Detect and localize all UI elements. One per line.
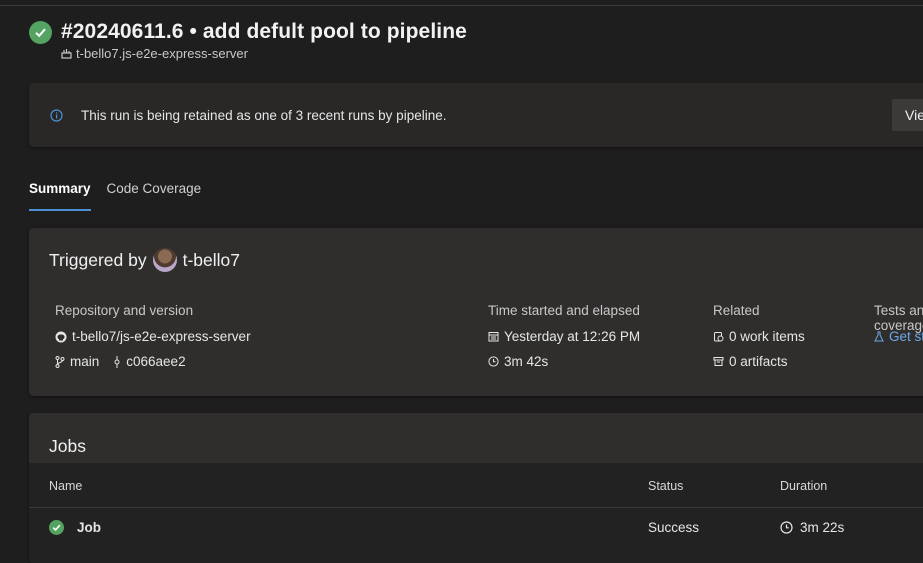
jobs-table: Name Status Duration Job Success 3m 22s bbox=[29, 463, 923, 563]
success-check-icon bbox=[49, 520, 64, 535]
tests-column: Tests and coverage Get started bbox=[874, 303, 923, 353]
triggered-user[interactable]: t-bello7 bbox=[183, 250, 240, 271]
clock-icon bbox=[488, 356, 499, 367]
artifacts-count: 0 artifacts bbox=[729, 354, 788, 369]
tab-summary[interactable]: Summary bbox=[29, 181, 91, 211]
run-title: #20240611.6 • add defult pool to pipelin… bbox=[61, 20, 467, 43]
success-check-icon bbox=[29, 20, 52, 44]
branch-commit-line: main c066aee2 bbox=[55, 353, 251, 370]
time-column: Time started and elapsed Yesterday at 12… bbox=[488, 303, 640, 378]
tab-code-coverage[interactable]: Code Coverage bbox=[107, 181, 202, 196]
commit-id[interactable]: c066aee2 bbox=[126, 354, 185, 369]
time-header: Time started and elapsed bbox=[488, 303, 640, 318]
pipeline-name-label: t-bello7.js-e2e-express-server bbox=[76, 46, 248, 61]
work-item-icon bbox=[714, 332, 724, 342]
artifact-icon bbox=[713, 357, 724, 366]
repo-link[interactable]: t-bello7/js-e2e-express-server bbox=[55, 328, 251, 345]
pipeline-name[interactable]: t-bello7.js-e2e-express-server bbox=[61, 46, 248, 61]
jobs-title: Jobs bbox=[49, 436, 86, 456]
job-duration: 3m 22s bbox=[800, 520, 845, 535]
elapsed-line: 3m 42s bbox=[488, 353, 640, 370]
column-header-status: Status bbox=[648, 479, 684, 493]
column-header-name: Name bbox=[49, 479, 83, 493]
repo-header: Repository and version bbox=[55, 303, 194, 318]
branch-name[interactable]: main bbox=[70, 354, 99, 369]
elapsed-time: 3m 42s bbox=[504, 354, 549, 369]
table-row[interactable]: Job bbox=[49, 520, 101, 535]
jobs-card: Jobs Name Status Duration Job Success 3m… bbox=[29, 413, 923, 563]
pipeline-icon bbox=[61, 49, 72, 59]
repo-column: Repository and version t-bello7/js-e2e-e… bbox=[55, 303, 251, 378]
commit-icon bbox=[114, 355, 120, 368]
column-header-duration: Duration bbox=[780, 479, 828, 493]
top-divider bbox=[0, 5, 923, 6]
work-items-count: 0 work items bbox=[729, 329, 805, 344]
triggered-prefix: Triggered by bbox=[49, 249, 147, 270]
run-header: #20240611.6 • add defult pool to pipelin… bbox=[29, 20, 467, 44]
repo-name: t-bello7/js-e2e-express-server bbox=[72, 329, 251, 344]
branch-icon bbox=[55, 355, 65, 368]
related-header: Related bbox=[713, 303, 760, 318]
tests-get-started-link[interactable]: Get started bbox=[874, 328, 923, 345]
github-icon bbox=[55, 331, 67, 342]
started-time: Yesterday at 12:26 PM bbox=[504, 329, 641, 344]
artifacts-link[interactable]: 0 artifacts bbox=[713, 353, 805, 370]
tests-link-label: Get started bbox=[889, 329, 923, 344]
calendar-icon bbox=[488, 332, 499, 342]
table-divider bbox=[29, 507, 923, 508]
work-items-link[interactable]: 0 work items bbox=[713, 328, 805, 345]
retention-banner: This run is being retained as one of 3 r… bbox=[29, 83, 923, 147]
banner-message: This run is being retained as one of 3 r… bbox=[81, 108, 447, 123]
tests-header: Tests and coverage bbox=[874, 303, 923, 333]
job-duration-cell: 3m 22s bbox=[780, 520, 844, 535]
started-line: Yesterday at 12:26 PM bbox=[488, 328, 640, 345]
clock-icon bbox=[780, 521, 793, 534]
job-status: Success bbox=[648, 520, 700, 535]
job-name: Job bbox=[77, 520, 102, 535]
info-icon bbox=[50, 109, 63, 122]
flask-icon bbox=[874, 331, 884, 342]
summary-card: Triggered by t-bello7 Repository and ver… bbox=[29, 228, 923, 396]
triggered-by: Triggered by t-bello7 bbox=[49, 248, 240, 272]
related-column: Related 0 work items 0 artifacts bbox=[713, 303, 805, 378]
tab-bar: Summary Code Coverage bbox=[29, 181, 217, 211]
view-retention-button[interactable]: View bbox=[892, 99, 923, 131]
avatar bbox=[152, 248, 177, 272]
